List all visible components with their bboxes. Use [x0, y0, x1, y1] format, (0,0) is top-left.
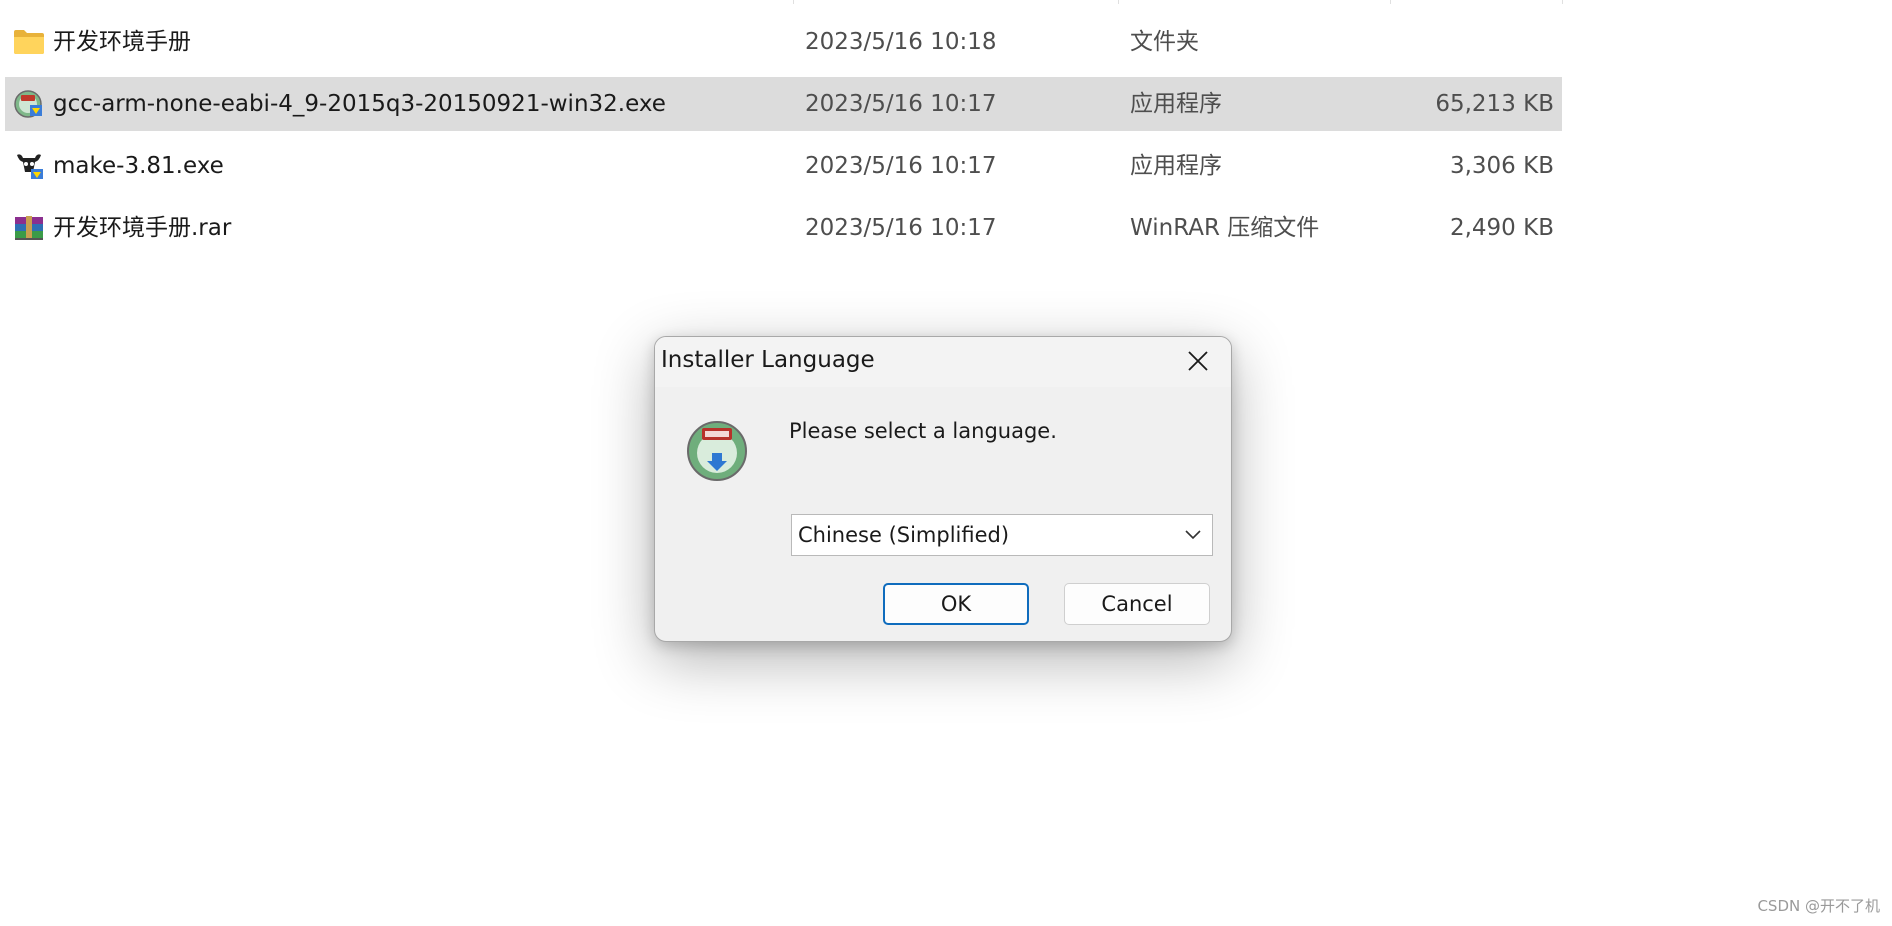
file-size: 65,213 KB: [1435, 91, 1554, 117]
file-name: gcc-arm-none-eabi-4_9-2015q3-20150921-wi…: [53, 91, 666, 117]
file-type: 应用程序: [1130, 91, 1222, 117]
file-name: 开发环境手册: [53, 29, 191, 55]
language-select[interactable]: Chinese (Simplified): [791, 514, 1213, 556]
column-separator[interactable]: [1562, 0, 1563, 4]
file-name: 开发环境手册.rar: [53, 215, 232, 241]
installer-icon: [14, 90, 42, 118]
file-size: 2,490 KB: [1449, 215, 1554, 241]
winrar-icon: [15, 216, 43, 240]
file-date: 2023/5/16 10:17: [805, 91, 997, 117]
close-button[interactable]: [1169, 338, 1227, 384]
watermark: CSDN @开不了机: [1757, 897, 1880, 915]
gnu-icon: [17, 154, 43, 179]
file-date: 2023/5/16 10:17: [805, 215, 997, 241]
file-row-gcc-installer[interactable]: gcc-arm-none-eabi-4_9-2015q3-20150921-wi…: [5, 77, 1562, 131]
file-date: 2023/5/16 10:18: [805, 29, 997, 55]
cancel-button[interactable]: Cancel: [1064, 583, 1210, 625]
file-list: 开发环境手册 2023/5/16 10:18 文件夹 gcc-arm-none-…: [5, 15, 1562, 263]
file-row-make[interactable]: make-3.81.exe 2023/5/16 10:17 应用程序 3,306…: [5, 139, 1562, 193]
file-type: WinRAR 压缩文件: [1130, 215, 1320, 241]
dialog-title: Installer Language: [661, 347, 875, 373]
file-date: 2023/5/16 10:17: [805, 153, 997, 179]
language-select-value: Chinese (Simplified): [798, 523, 1010, 547]
file-name: make-3.81.exe: [53, 153, 224, 179]
ok-button[interactable]: OK: [883, 583, 1029, 625]
close-icon: [1188, 351, 1208, 371]
file-size: 3,306 KB: [1449, 153, 1554, 179]
file-type: 应用程序: [1130, 153, 1222, 179]
file-type: 文件夹: [1130, 29, 1199, 55]
dialog-titlebar[interactable]: Installer Language: [655, 337, 1231, 387]
column-separator[interactable]: [793, 0, 794, 4]
folder-icon: [14, 30, 44, 54]
nsis-icon: [687, 421, 747, 481]
dialog-prompt: Please select a language.: [789, 419, 1057, 443]
file-row-folder[interactable]: 开发环境手册 2023/5/16 10:18 文件夹: [5, 15, 1562, 69]
installer-language-dialog: Installer Language Please select a langu…: [654, 336, 1232, 642]
column-separator[interactable]: [1118, 0, 1119, 4]
column-separator[interactable]: [1390, 0, 1391, 4]
chevron-down-icon: [1185, 530, 1201, 540]
file-row-rar[interactable]: 开发环境手册.rar 2023/5/16 10:17 WinRAR 压缩文件 2…: [5, 201, 1562, 255]
